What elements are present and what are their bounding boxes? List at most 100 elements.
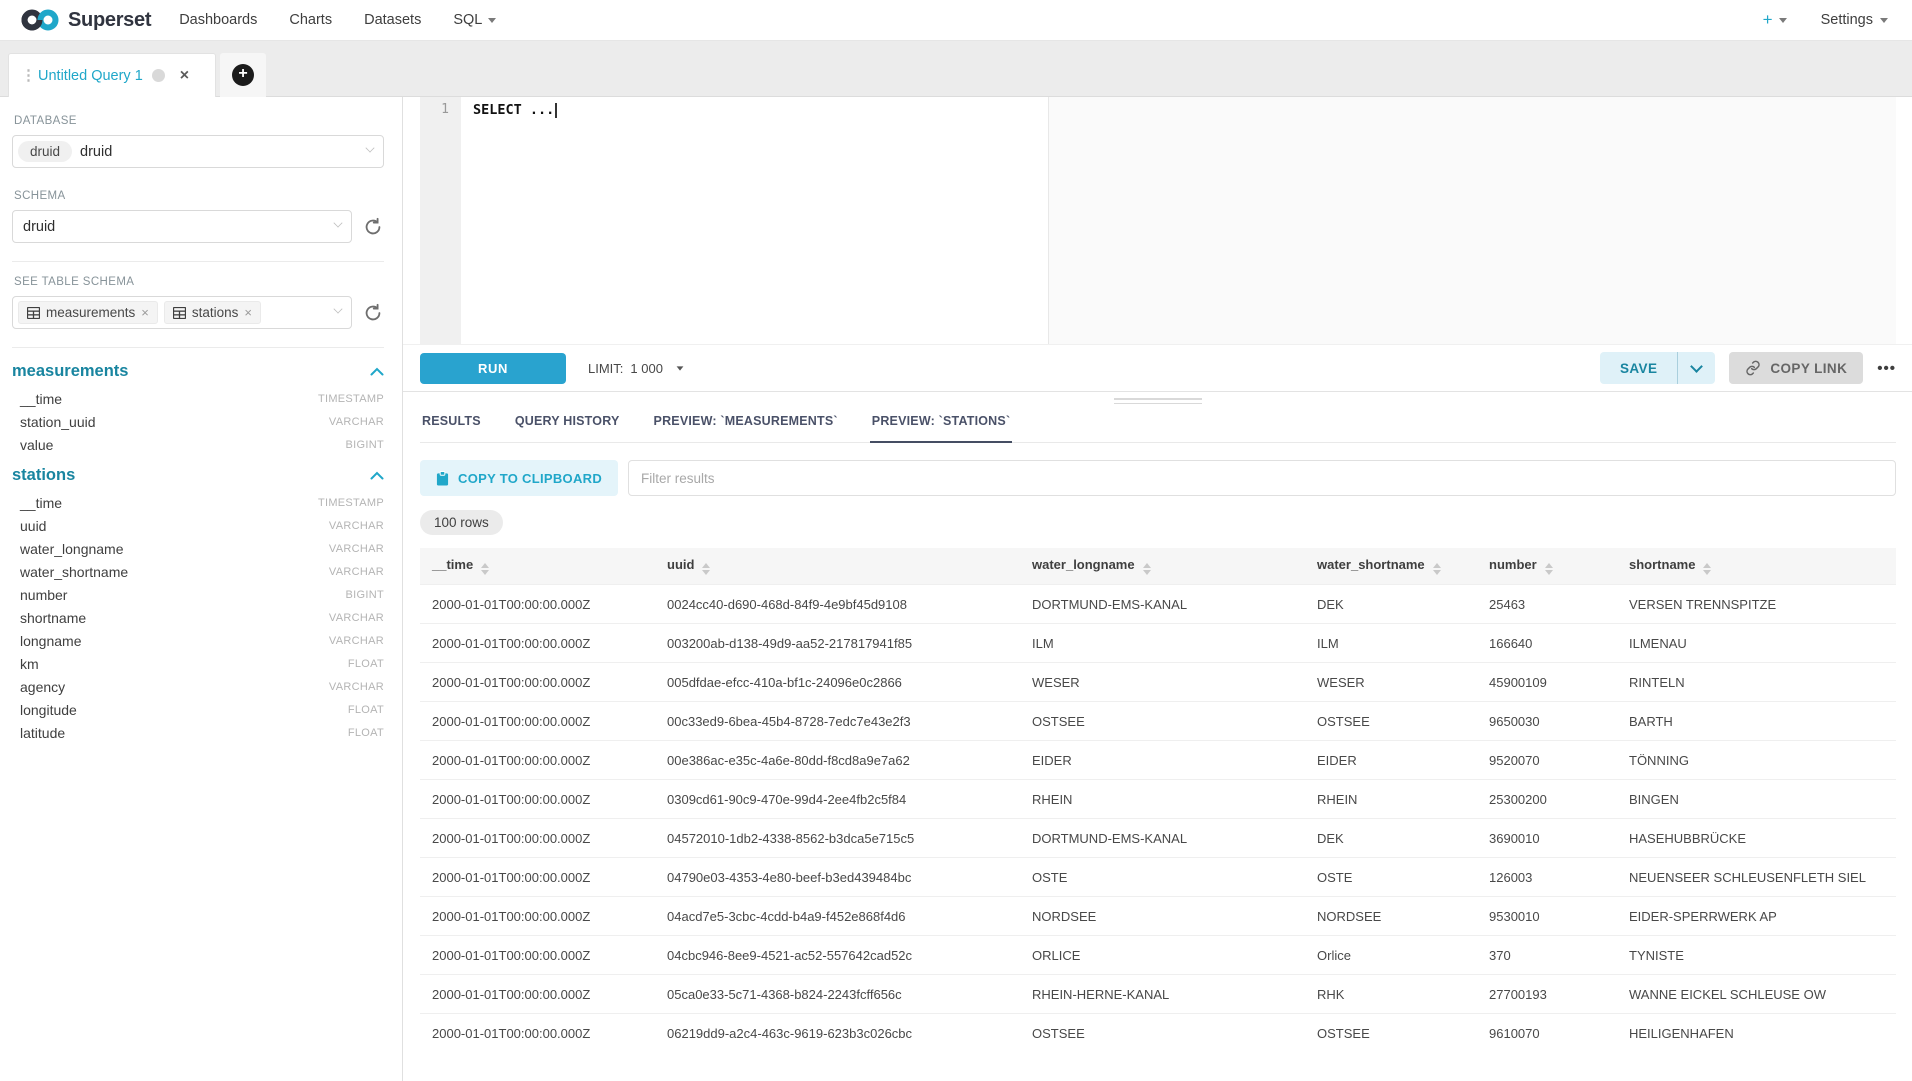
column-name: shortname bbox=[20, 610, 86, 626]
column-type: VARCHAR bbox=[329, 681, 384, 693]
table-cell: 2000-01-01T00:00:00.000Z bbox=[420, 624, 655, 663]
close-tab-icon[interactable]: × bbox=[180, 67, 189, 85]
table-cell: HASEHUBBRÜCKE bbox=[1617, 819, 1896, 858]
column-header[interactable]: water_longname bbox=[1020, 548, 1305, 585]
table-cell: 2000-01-01T00:00:00.000Z bbox=[420, 936, 655, 975]
schema-select[interactable]: druid bbox=[12, 210, 352, 243]
table-cell: 04acd7e5-3cbc-4cdd-b4a9-f452e868f4d6 bbox=[655, 897, 1020, 936]
nav-item-charts[interactable]: Charts bbox=[289, 12, 332, 28]
table-cell: OSTE bbox=[1305, 858, 1477, 897]
schema-column-list: __time TIMESTAMP station_uuid VARCHAR va… bbox=[12, 387, 384, 456]
results-body: 2000-01-01T00:00:00.000Z0024cc40-d690-46… bbox=[420, 585, 1896, 1053]
nav-item-datasets[interactable]: Datasets bbox=[364, 12, 421, 28]
new-item-dropdown[interactable]: + bbox=[1763, 10, 1787, 30]
table-cell: EIDER bbox=[1020, 741, 1305, 780]
refresh-schema-icon[interactable] bbox=[362, 216, 384, 238]
top-navbar: Superset Dashboards Charts Datasets SQL … bbox=[0, 0, 1912, 41]
filter-results-input[interactable] bbox=[628, 460, 1896, 496]
table-cell: 2000-01-01T00:00:00.000Z bbox=[420, 741, 655, 780]
schema-column-row: number BIGINT bbox=[12, 583, 384, 606]
column-header-label: number bbox=[1489, 557, 1537, 572]
save-button[interactable]: SAVE bbox=[1600, 352, 1677, 384]
copy-to-clipboard-button[interactable]: COPY TO CLIPBOARD bbox=[420, 460, 618, 496]
table-cell: 25300200 bbox=[1477, 780, 1617, 819]
table-cell: EIDER bbox=[1305, 741, 1477, 780]
results-table: __time uuid water_longname water_shortna… bbox=[420, 548, 1896, 1052]
remove-chip-icon[interactable]: × bbox=[244, 305, 252, 320]
see-table-schema-label: SEE TABLE SCHEMA bbox=[14, 276, 384, 288]
sql-code-editor[interactable]: 1 SELECT ... bbox=[420, 97, 1912, 344]
nav-menu: Dashboards Charts Datasets SQL bbox=[179, 12, 496, 28]
table-cell: 2000-01-01T00:00:00.000Z bbox=[420, 585, 655, 624]
column-name: latitude bbox=[20, 725, 65, 741]
results-tab[interactable]: QUERY HISTORY bbox=[513, 408, 622, 443]
schema-table-title: measurements bbox=[12, 362, 128, 381]
column-header[interactable]: number bbox=[1477, 548, 1617, 585]
sql-editor-pane: 1 SELECT ... RUN LIMIT: 1 000 SAVE bbox=[403, 97, 1912, 1081]
table-cell: DEK bbox=[1305, 819, 1477, 858]
table-cell: OSTSEE bbox=[1305, 1014, 1477, 1053]
results-header-row: __time uuid water_longname water_shortna… bbox=[420, 548, 1896, 585]
table-cell: NORDSEE bbox=[1305, 897, 1477, 936]
table-row: 2000-01-01T00:00:00.000Z0309cd61-90c9-47… bbox=[420, 780, 1896, 819]
navbar-right: + Settings bbox=[1763, 10, 1888, 30]
schema-column-row: station_uuid VARCHAR bbox=[12, 410, 384, 433]
schema-label: SCHEMA bbox=[14, 190, 384, 202]
table-cell: RHEIN bbox=[1020, 780, 1305, 819]
results-tab[interactable]: PREVIEW: `STATIONS` bbox=[870, 408, 1013, 443]
sort-icon bbox=[702, 563, 710, 575]
table-cell: 3690010 bbox=[1477, 819, 1617, 858]
column-header[interactable]: __time bbox=[420, 548, 655, 585]
add-tab-button[interactable]: + bbox=[232, 64, 254, 86]
table-cell: RHEIN bbox=[1305, 780, 1477, 819]
table-chip[interactable]: measurements × bbox=[18, 301, 158, 324]
results-tab[interactable]: RESULTS bbox=[420, 408, 483, 443]
column-type: BIGINT bbox=[346, 439, 384, 451]
database-select[interactable]: druid druid bbox=[12, 135, 384, 168]
save-options-button[interactable] bbox=[1677, 352, 1715, 384]
column-header[interactable]: uuid bbox=[655, 548, 1020, 585]
superset-logo[interactable]: Superset bbox=[20, 8, 151, 32]
remove-chip-icon[interactable]: × bbox=[141, 305, 149, 320]
table-cell: 9610070 bbox=[1477, 1014, 1617, 1053]
refresh-tables-icon[interactable] bbox=[362, 302, 384, 324]
copy-link-label: COPY LINK bbox=[1770, 361, 1847, 376]
more-actions-button[interactable]: ••• bbox=[1877, 360, 1896, 377]
limit-dropdown[interactable]: LIMIT: 1 000 bbox=[588, 361, 684, 376]
table-cell: OSTE bbox=[1020, 858, 1305, 897]
column-header[interactable]: water_shortname bbox=[1305, 548, 1477, 585]
table-cell: 2000-01-01T00:00:00.000Z bbox=[420, 663, 655, 702]
table-schema-select[interactable]: measurements × stations × bbox=[12, 296, 352, 329]
column-type: VARCHAR bbox=[329, 520, 384, 532]
table-grid-icon bbox=[27, 307, 40, 319]
column-header-label: __time bbox=[432, 557, 473, 572]
table-row: 2000-01-01T00:00:00.000Z005dfdae-efcc-41… bbox=[420, 663, 1896, 702]
table-cell: HEILIGENHAFEN bbox=[1617, 1014, 1896, 1053]
database-value: druid bbox=[80, 144, 112, 160]
drag-dots-icon[interactable]: ⋮ bbox=[21, 68, 29, 83]
table-cell: TYNISTE bbox=[1617, 936, 1896, 975]
schema-column-row: shortname VARCHAR bbox=[12, 606, 384, 629]
column-type: VARCHAR bbox=[329, 566, 384, 578]
chevron-up-icon[interactable] bbox=[370, 367, 384, 376]
table-cell: ILM bbox=[1020, 624, 1305, 663]
pane-resize-handle[interactable] bbox=[1114, 395, 1202, 407]
table-cell: 06219dd9-a2c4-463c-9619-623b3c026cbc bbox=[655, 1014, 1020, 1053]
query-tab[interactable]: ⋮ Untitled Query 1 × bbox=[8, 53, 216, 97]
table-cell: ILM bbox=[1305, 624, 1477, 663]
schema-value: druid bbox=[23, 219, 55, 235]
nav-item-sql[interactable]: SQL bbox=[453, 12, 496, 28]
table-row: 2000-01-01T00:00:00.000Z04790e03-4353-4e… bbox=[420, 858, 1896, 897]
run-button[interactable]: RUN bbox=[420, 353, 566, 384]
sql-code-line: SELECT ... bbox=[473, 102, 557, 118]
table-cell: 45900109 bbox=[1477, 663, 1617, 702]
chevron-up-icon[interactable] bbox=[370, 471, 384, 480]
settings-menu[interactable]: Settings bbox=[1821, 12, 1888, 28]
caret-down-icon bbox=[677, 366, 684, 370]
table-chip[interactable]: stations × bbox=[164, 301, 261, 324]
table-cell: 9530010 bbox=[1477, 897, 1617, 936]
nav-item-dashboards[interactable]: Dashboards bbox=[179, 12, 257, 28]
copy-link-button[interactable]: COPY LINK bbox=[1729, 352, 1863, 384]
column-header[interactable]: shortname bbox=[1617, 548, 1896, 585]
results-tab[interactable]: PREVIEW: `MEASUREMENTS` bbox=[652, 408, 840, 443]
